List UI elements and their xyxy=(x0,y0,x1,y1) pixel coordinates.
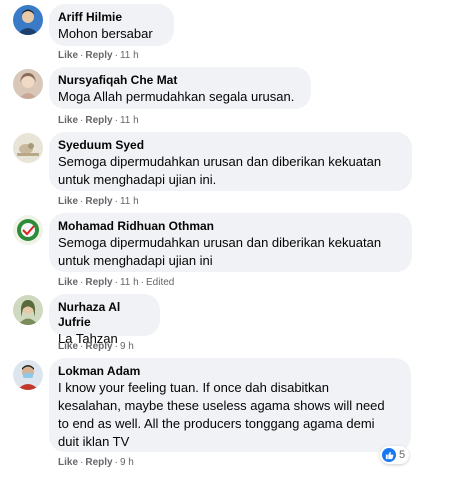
timestamp[interactable]: 9 h xyxy=(120,341,134,352)
timestamp[interactable]: 9 h xyxy=(120,457,134,468)
like-button[interactable]: Like xyxy=(58,115,78,126)
comment-text-line: untuk menghadapi ujian ini. xyxy=(58,172,217,187)
like-button[interactable]: Like xyxy=(58,50,78,61)
comment-text-line: I know your feeling tuan. If once dah di… xyxy=(58,380,330,395)
reaction-summary[interactable]: 5 xyxy=(380,446,410,464)
comment-text: Mohon bersabar xyxy=(58,26,153,41)
comment-actions: Like · Reply · 11 h xyxy=(58,196,139,207)
comment-text-line: Semoga dipermudahkan urusan dan diberika… xyxy=(58,154,382,169)
like-icon xyxy=(382,448,396,462)
comment-actions: Like · Reply · 9 h xyxy=(58,457,134,468)
comment-text-line: Semoga dipermudahkan urusan dan diberika… xyxy=(58,235,382,250)
like-button[interactable]: Like xyxy=(58,341,78,352)
reply-button[interactable]: Reply xyxy=(85,115,112,126)
avatar[interactable] xyxy=(13,360,43,390)
comment-text-line: duit iklan TV xyxy=(58,434,130,449)
comment-actions: Like · Reply · 11 h xyxy=(58,115,139,126)
reply-button[interactable]: Reply xyxy=(85,196,112,207)
timestamp[interactable]: 11 h xyxy=(120,196,139,207)
reply-button[interactable]: Reply xyxy=(85,457,112,468)
comment-actions: Like · Reply · 11 h xyxy=(58,50,139,61)
reaction-count: 5 xyxy=(399,449,406,461)
like-button[interactable]: Like xyxy=(58,196,78,207)
comment-bubble: Mohamad Ridhuan Othman Semoga dipermudah… xyxy=(49,213,412,272)
reply-button[interactable]: Reply xyxy=(85,277,112,288)
commenter-name[interactable]: Mohamad Ridhuan Othman xyxy=(58,219,402,234)
timestamp[interactable]: 11 h xyxy=(120,277,139,288)
like-button[interactable]: Like xyxy=(58,277,78,288)
timestamp[interactable]: 11 h xyxy=(120,50,139,61)
comment-bubble: Nursyafiqah Che Mat Moga Allah permudahk… xyxy=(49,67,311,109)
comment-actions: Like · Reply · 9 h xyxy=(58,341,134,352)
comment-text-line: untuk menghadapi ujian ini xyxy=(58,253,213,268)
comment-text-line: to end as well. All the producers tongga… xyxy=(58,416,375,431)
comment-text: Moga Allah permudahkan segala urusan. xyxy=(58,89,295,104)
commenter-name[interactable]: Lokman Adam xyxy=(58,364,401,379)
comment-bubble: Ariff Hilmie Mohon bersabar xyxy=(49,4,174,46)
commenter-name[interactable]: Ariff Hilmie xyxy=(58,10,164,25)
avatar[interactable] xyxy=(13,295,43,325)
edited-label[interactable]: Edited xyxy=(146,277,174,288)
comment-text-line: kesalahan, maybe these useless agama sho… xyxy=(58,398,385,413)
comment-bubble: Lokman Adam I know your feeling tuan. If… xyxy=(49,358,411,452)
like-button[interactable]: Like xyxy=(58,457,78,468)
reply-button[interactable]: Reply xyxy=(85,341,112,352)
avatar[interactable] xyxy=(13,215,43,245)
avatar[interactable] xyxy=(13,133,43,163)
avatar[interactable] xyxy=(13,69,43,99)
avatar[interactable] xyxy=(13,5,43,35)
commenter-name[interactable]: Nurhaza Al Jufrie xyxy=(58,300,150,330)
comment-actions: Like · Reply · 11 h · Edited xyxy=(58,277,175,288)
reply-button[interactable]: Reply xyxy=(85,50,112,61)
comment-bubble: Nurhaza Al Jufrie La Tahzan xyxy=(49,294,160,346)
timestamp[interactable]: 11 h xyxy=(120,115,139,126)
commenter-name[interactable]: Nursyafiqah Che Mat xyxy=(58,73,301,88)
commenter-name[interactable]: Syeduum Syed xyxy=(58,138,402,153)
comment-bubble: Syeduum Syed Semoga dipermudahkan urusan… xyxy=(49,132,412,191)
